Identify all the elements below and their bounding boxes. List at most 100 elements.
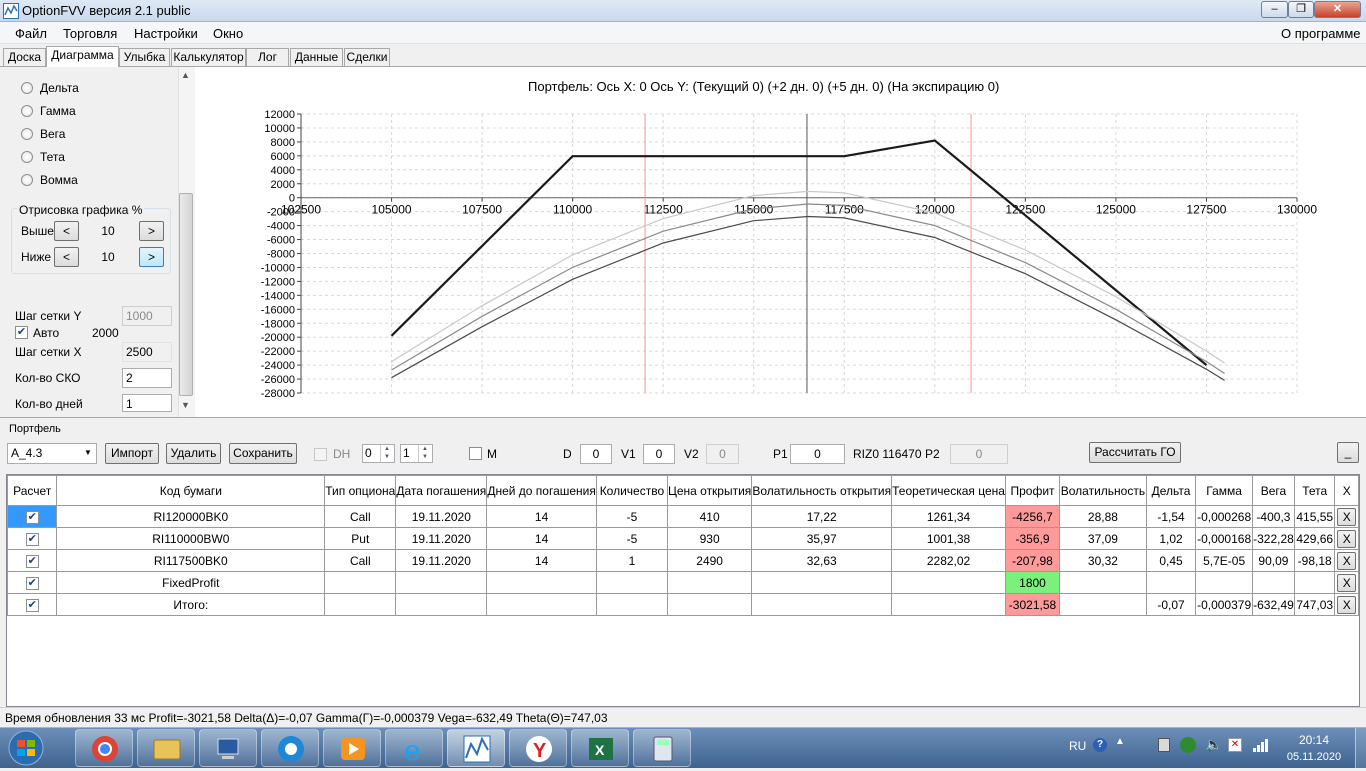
d-field[interactable]: 0 <box>580 444 612 464</box>
delete-button[interactable]: Удалить <box>166 443 221 464</box>
tab-diagram[interactable]: Диаграмма <box>46 46 119 67</box>
remove-row-button[interactable]: X <box>1337 529 1357 548</box>
cell-price[interactable]: 410 <box>666 505 753 528</box>
chrome-icon[interactable] <box>75 729 133 767</box>
edge-icon[interactable] <box>261 729 319 767</box>
network-icon[interactable] <box>199 729 257 767</box>
calculator-icon[interactable] <box>633 729 691 767</box>
header-theta[interactable]: Тета <box>1293 475 1336 506</box>
tab-board[interactable]: Доска <box>3 48 46 66</box>
grid-x-field[interactable]: 2500 <box>122 342 172 362</box>
radio-vega[interactable] <box>21 128 33 140</box>
calc-checkbox[interactable]: ✔ <box>6 571 58 594</box>
table-row[interactable]: ✔ RI120000BK0 Call 19.11.2020 14 -5 410 … <box>6 505 1359 528</box>
show-desktop-button[interactable] <box>1355 728 1366 768</box>
cell-qty[interactable]: 1 <box>595 549 668 572</box>
header-type[interactable]: Тип опциона <box>324 475 397 506</box>
tab-smile[interactable]: Улыбка <box>119 48 170 66</box>
tray-arrow-icon[interactable]: ▲ <box>1115 736 1125 747</box>
cell-price[interactable]: 2490 <box>666 549 753 572</box>
yandex-icon[interactable]: Y <box>509 729 567 767</box>
dh-checkbox[interactable] <box>314 448 327 461</box>
below-increase-button[interactable]: > <box>139 247 164 267</box>
v1-field[interactable]: 0 <box>643 444 675 464</box>
header-vol-open[interactable]: Волатильность открытия <box>751 475 893 506</box>
save-button[interactable]: Сохранить <box>229 443 297 464</box>
spinner-arrows-icon[interactable]: ▲ ▼ <box>418 445 431 462</box>
chevron-down-icon[interactable]: ▼ <box>84 448 92 457</box>
cell-qty[interactable]: -5 <box>595 527 668 550</box>
table-row[interactable]: ✔ RI110000BW0 Put 19.11.2020 14 -5 930 3… <box>6 527 1359 550</box>
tray-device-icon[interactable] <box>1158 738 1170 752</box>
minimize-portfolio-button[interactable]: _ <box>1337 442 1359 463</box>
menu-trading[interactable]: Торговля <box>63 26 117 41</box>
m-checkbox[interactable] <box>469 447 482 460</box>
radio-theta[interactable] <box>21 151 33 163</box>
remove-row-button[interactable]: X <box>1337 595 1357 614</box>
days-field[interactable]: 1 <box>122 394 172 412</box>
clock-time[interactable]: 20:14 <box>1286 733 1342 747</box>
start-button[interactable] <box>4 729 48 767</box>
calc-checkbox[interactable]: ✔ <box>6 593 58 616</box>
antivirus-icon[interactable] <box>1180 737 1196 753</box>
splitter[interactable] <box>0 418 1366 422</box>
p1-field[interactable]: 0 <box>790 444 845 464</box>
scroll-up-icon[interactable]: ▲ <box>181 70 190 80</box>
menu-settings[interactable]: Настройки <box>134 26 198 41</box>
table-row-total[interactable]: ✔ Итого: -3021,58 -0,07 -0,000379 -632,4… <box>6 593 1359 616</box>
optionfvv-icon[interactable] <box>447 729 505 767</box>
maximize-button[interactable]: ❐ <box>1288 1 1314 18</box>
header-days[interactable]: Дней до погашения <box>486 475 597 506</box>
calc-checkbox[interactable]: ✔ <box>6 549 58 572</box>
language-indicator[interactable]: RU <box>1069 739 1086 753</box>
auto-checkbox[interactable]: ✔ <box>15 326 28 339</box>
calc-checkbox[interactable]: ✔ <box>6 505 58 528</box>
calc-go-button[interactable]: Рассчитать ГО <box>1089 442 1181 463</box>
scroll-thumb[interactable] <box>179 193 193 396</box>
signal-icon[interactable] <box>1252 737 1268 753</box>
header-gamma[interactable]: Гамма <box>1195 475 1253 506</box>
volume-icon[interactable]: 🔈 <box>1205 736 1222 753</box>
tray-flag-icon[interactable]: ✕ <box>1228 738 1242 752</box>
ie-icon[interactable]: e <box>385 729 443 767</box>
tab-deals[interactable]: Сделки <box>344 48 390 66</box>
table-row[interactable]: ✔ RI117500BK0 Call 19.11.2020 14 1 2490 … <box>6 549 1359 572</box>
header-profit[interactable]: Профит <box>1004 475 1061 506</box>
cell-profit[interactable]: 1800 <box>1004 571 1061 594</box>
menu-file[interactable]: Файл <box>15 26 47 41</box>
menu-about[interactable]: О программе <box>1281 26 1361 41</box>
p2-field[interactable]: 0 <box>950 444 1008 464</box>
explorer-icon[interactable] <box>137 729 195 767</box>
header-x[interactable]: X <box>1334 475 1359 506</box>
cell-price[interactable]: 930 <box>666 527 753 550</box>
above-decrease-button[interactable]: < <box>54 221 79 241</box>
radio-gamma[interactable] <box>21 105 33 117</box>
header-price[interactable]: Цена открытия <box>666 475 753 506</box>
header-vega[interactable]: Вега <box>1251 475 1295 506</box>
below-decrease-button[interactable]: < <box>54 247 79 267</box>
remove-row-button[interactable]: X <box>1337 573 1357 592</box>
header-theo[interactable]: Теоретическая цена <box>891 475 1006 506</box>
minimize-button[interactable]: – <box>1261 1 1288 18</box>
header-calc[interactable]: Расчет <box>6 475 58 506</box>
tab-calculator[interactable]: Калькулятор <box>171 48 246 66</box>
clock-date[interactable]: 05.11.2020 <box>1280 751 1348 763</box>
remove-row-button[interactable]: X <box>1337 551 1357 570</box>
excel-icon[interactable]: X <box>571 729 629 767</box>
help-icon[interactable]: ? <box>1093 738 1107 752</box>
spinner-arrows-icon[interactable]: ▲ ▼ <box>380 445 393 462</box>
import-button[interactable]: Импорт <box>105 443 159 464</box>
remove-row-button[interactable]: X <box>1337 507 1357 526</box>
header-delta[interactable]: Дельта <box>1145 475 1197 506</box>
grid-y-field[interactable]: 1000 <box>122 306 172 326</box>
menu-window[interactable]: Окно <box>213 26 243 41</box>
header-vol[interactable]: Волатильность <box>1059 475 1147 506</box>
sko-field[interactable]: 2 <box>122 368 172 388</box>
v2-field[interactable]: 0 <box>706 444 739 464</box>
close-button[interactable]: ✕ <box>1314 1 1361 18</box>
header-code[interactable]: Код бумаги <box>56 475 326 506</box>
above-increase-button[interactable]: > <box>139 221 164 241</box>
header-qty[interactable]: Количество <box>595 475 668 506</box>
calc-checkbox[interactable]: ✔ <box>6 527 58 550</box>
header-date[interactable]: Дата погашения <box>395 475 488 506</box>
